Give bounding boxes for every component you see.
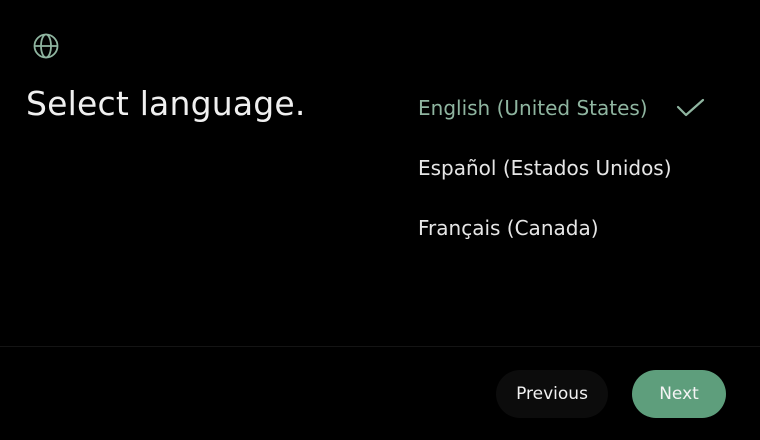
language-option-label: Español (Estados Unidos) <box>418 156 672 180</box>
footer-actions: Previous Next <box>496 370 726 418</box>
next-button[interactable]: Next <box>632 370 726 418</box>
language-option-label: Français (Canada) <box>418 216 599 240</box>
language-list: English (United States) Español (Estados… <box>418 78 738 258</box>
checkmark-icon <box>674 96 708 120</box>
language-option-label: English (United States) <box>418 96 648 120</box>
language-option-spanish[interactable]: Español (Estados Unidos) <box>418 138 738 198</box>
language-option-english[interactable]: English (United States) <box>418 78 738 138</box>
footer-divider <box>0 346 760 347</box>
page-title: Select language. <box>26 84 306 123</box>
globe-icon <box>32 32 60 60</box>
previous-button[interactable]: Previous <box>496 370 608 418</box>
language-setup-screen: Select language. English (United States)… <box>0 0 760 440</box>
language-option-french[interactable]: Français (Canada) <box>418 198 738 258</box>
